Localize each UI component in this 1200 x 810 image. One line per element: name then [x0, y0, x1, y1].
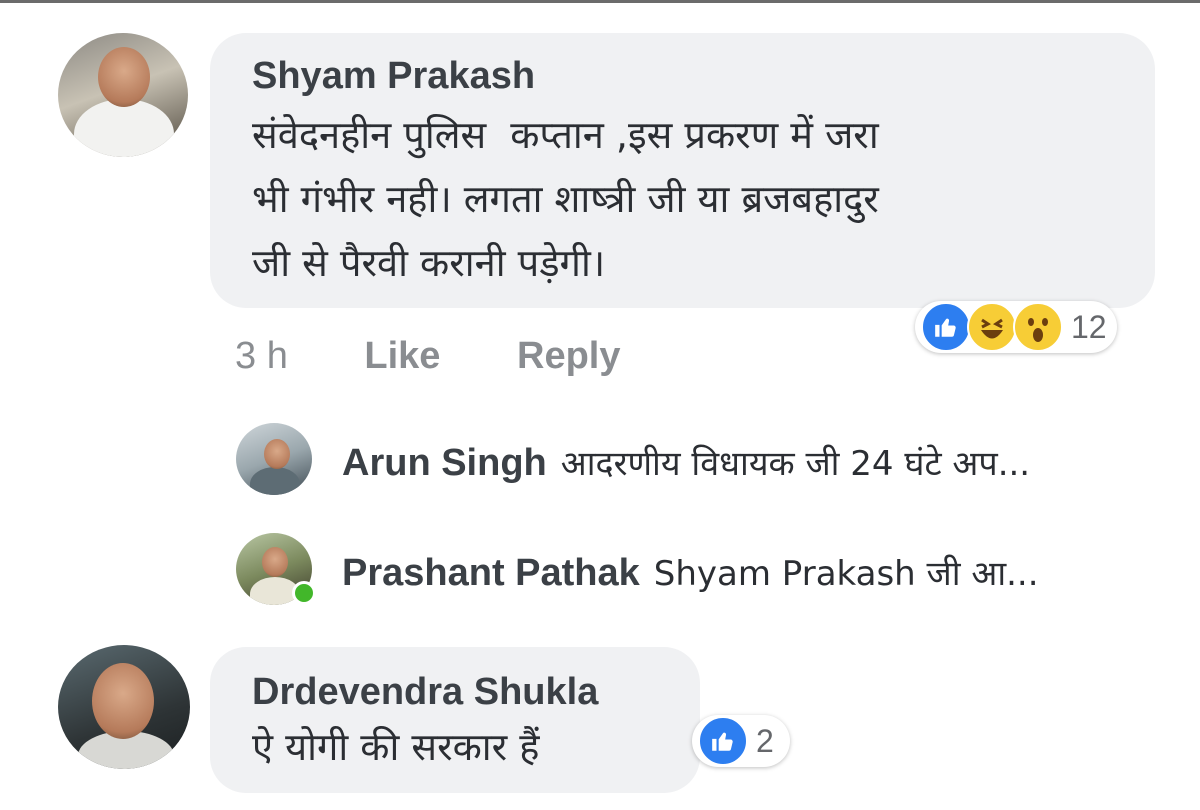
- reply-text: आदरणीय विधायक जी 24 घंटे अप...: [560, 444, 1031, 484]
- wow-icon: [1013, 302, 1063, 352]
- reply-item[interactable]: Arun Singh आदरणीय विधायक जी 24 घंटे अप...: [342, 439, 1030, 485]
- reply-author[interactable]: Arun Singh: [342, 442, 547, 484]
- reactions-summary[interactable]: 12: [915, 301, 1117, 353]
- comment-author[interactable]: Drdevendra Shukla: [252, 671, 598, 714]
- reply-text: Shyam Prakash जी आ...: [653, 554, 1039, 594]
- avatar-drdevendra-shukla[interactable]: [58, 645, 190, 769]
- comment-text: संवेदनहीन पुलिस कप्तान ,इस प्रकरण में जर…: [252, 113, 879, 285]
- reactions-summary[interactable]: 2: [692, 715, 790, 767]
- reply-item[interactable]: Prashant Pathak Shyam Prakash जी आ...: [342, 549, 1039, 595]
- online-status-dot: [292, 581, 316, 605]
- avatar-shyam-prakash[interactable]: [58, 33, 188, 157]
- reply-author[interactable]: Prashant Pathak: [342, 552, 640, 594]
- avatar-arun-singh[interactable]: [236, 423, 312, 495]
- reaction-count: 12: [1071, 308, 1107, 345]
- comment-actions: 3 h Like Reply: [235, 335, 620, 378]
- like-button[interactable]: Like: [364, 335, 440, 377]
- comment-timestamp[interactable]: 3 h: [235, 335, 288, 377]
- comment-author[interactable]: Shyam Prakash: [252, 55, 535, 98]
- reaction-count: 2: [756, 722, 774, 759]
- haha-icon: [967, 302, 1017, 352]
- comment-text: ऐ योगी की सरकार हैं: [252, 725, 540, 769]
- reply-button[interactable]: Reply: [517, 335, 620, 377]
- like-icon: [698, 716, 748, 766]
- like-icon: [921, 302, 971, 352]
